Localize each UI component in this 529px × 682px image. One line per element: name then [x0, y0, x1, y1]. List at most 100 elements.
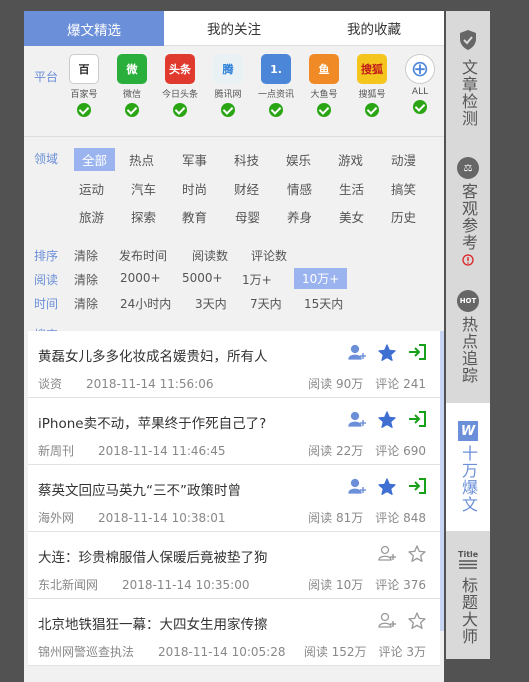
- platform-item[interactable]: 百百家号: [60, 54, 108, 117]
- article-reads: 阅读 152万: [303, 645, 367, 659]
- nav-viral-articles[interactable]: W 十万爆文: [446, 403, 490, 531]
- follow-user-icon[interactable]: [348, 344, 366, 361]
- domain-option[interactable]: 美女: [339, 207, 364, 226]
- platform-name: 百家号: [70, 90, 98, 100]
- check-icon[interactable]: [269, 103, 283, 117]
- follow-user-icon[interactable]: [348, 478, 366, 495]
- domain-option[interactable]: 养身: [287, 207, 312, 226]
- tab-favorites[interactable]: 我的收藏: [304, 11, 444, 46]
- tab-bar: 爆文精选 我的关注 我的收藏: [24, 11, 444, 46]
- domain-option[interactable]: 搞笑: [391, 179, 416, 198]
- domain-option[interactable]: 教育: [182, 207, 207, 226]
- open-link-icon[interactable]: [408, 344, 426, 361]
- check-icon[interactable]: [77, 103, 91, 117]
- platform-logo-icon: ⊕: [405, 54, 435, 84]
- tab-following[interactable]: 我的关注: [164, 11, 304, 46]
- domain-option[interactable]: 游戏: [338, 150, 363, 169]
- platform-logo-icon: 搜狐: [357, 54, 387, 84]
- article-row[interactable]: iPhone卖不动，苹果终于作死自己了? 新周刊 2018-11-14 11:46:…: [28, 398, 440, 465]
- domain-option[interactable]: 情感: [287, 179, 312, 198]
- check-icon[interactable]: [221, 103, 235, 117]
- follow-user-icon[interactable]: [348, 411, 366, 428]
- read-5000[interactable]: 5000+: [182, 271, 223, 285]
- nav-title-master[interactable]: Title 标题大师: [446, 549, 490, 645]
- domain-option[interactable]: 运动: [79, 179, 104, 198]
- time-clear[interactable]: 清除: [74, 295, 98, 312]
- domain-option[interactable]: 母婴: [235, 207, 260, 226]
- time-15d[interactable]: 15天内: [304, 295, 343, 312]
- nav-label: 客观参考: [459, 183, 478, 251]
- article-stats: 阅读 152万 评论 3万: [304, 643, 426, 660]
- nav-label: 十万爆文: [459, 445, 478, 513]
- sort-read-count[interactable]: 阅读数: [192, 247, 228, 264]
- follow-user-icon[interactable]: [378, 545, 396, 562]
- domain-option[interactable]: 动漫: [391, 150, 416, 169]
- domain-option[interactable]: 热点: [129, 150, 154, 169]
- favorite-star-icon[interactable]: [408, 612, 426, 629]
- domain-option[interactable]: 财经: [234, 179, 259, 198]
- platform-item[interactable]: 腾腾讯网: [204, 54, 252, 117]
- favorite-star-icon[interactable]: [378, 411, 396, 428]
- domain-option[interactable]: 全部: [74, 148, 116, 171]
- domain-option[interactable]: 探索: [131, 207, 156, 226]
- domain-option[interactable]: 旅游: [79, 207, 104, 226]
- time-24h[interactable]: 24小时内: [120, 295, 171, 312]
- check-icon[interactable]: [173, 103, 187, 117]
- read-2000[interactable]: 2000+: [120, 271, 161, 285]
- article-row[interactable]: 黄磊女儿多多化妆成名媛贵妇，所有人 谈资 2018-11-14 11:56:06 阅读…: [28, 331, 440, 398]
- read-100k[interactable]: 10万+: [294, 268, 348, 289]
- check-icon[interactable]: [413, 100, 427, 114]
- domain-option[interactable]: 时尚: [182, 179, 207, 198]
- article-row[interactable]: 大连：珍贵棉服借人保暖后竟被垫了狗 东北新闻网 2018-11-14 10:35:0…: [28, 532, 440, 599]
- article-title[interactable]: 北京地铁猖狂一幕：大四女生用家传擦: [38, 613, 268, 633]
- nav-hot-tracking[interactable]: HOT 热点追踪: [446, 290, 490, 384]
- title-icon: Title: [457, 549, 479, 573]
- nav-objective-ref[interactable]: ⚖ 客观参考: [446, 157, 490, 270]
- platform-item[interactable]: 鱼大鱼号: [300, 54, 348, 117]
- check-icon[interactable]: [317, 103, 331, 117]
- hot-icon: HOT: [457, 290, 479, 312]
- article-actions: [348, 478, 426, 495]
- open-link-icon[interactable]: [408, 478, 426, 495]
- favorite-star-icon[interactable]: [378, 344, 396, 361]
- article-title[interactable]: 蔡英文回应马英九“三不”政策时曾: [38, 479, 241, 499]
- time-7d[interactable]: 7天内: [250, 295, 282, 312]
- article-title[interactable]: iPhone卖不动，苹果终于作死自己了?: [38, 412, 266, 432]
- sort-comment-count[interactable]: 评论数: [251, 247, 287, 264]
- sort-clear[interactable]: 清除: [74, 247, 98, 264]
- check-icon[interactable]: [125, 103, 139, 117]
- domain-option[interactable]: 军事: [182, 150, 207, 169]
- scrollbar[interactable]: [440, 331, 444, 631]
- main-panel: 爆文精选 我的关注 我的收藏 平台 百百家号微微信 头条 今日头条腾腾讯网 1. 一点资…: [24, 11, 444, 682]
- tab-hot-picks[interactable]: 爆文精选: [24, 11, 164, 46]
- domain-option[interactable]: 生活: [339, 179, 364, 198]
- favorite-star-icon[interactable]: [378, 478, 396, 495]
- article-stats: 阅读 22万 评论 690: [308, 442, 426, 459]
- platform-item[interactable]: 1. 一点资讯: [252, 54, 300, 117]
- domain-option[interactable]: 历史: [391, 207, 416, 226]
- read-clear[interactable]: 清除: [74, 271, 98, 288]
- sort-publish-time[interactable]: 发布时间: [119, 247, 167, 264]
- platform-item[interactable]: 头条 今日头条: [156, 54, 204, 117]
- follow-user-icon[interactable]: [378, 612, 396, 629]
- platform-item[interactable]: ⊕ ALL: [396, 54, 444, 117]
- open-link-icon[interactable]: [408, 411, 426, 428]
- article-time: 2018-11-14 10:05:28: [158, 645, 286, 659]
- nav-article-check[interactable]: 文章检测: [446, 29, 490, 127]
- article-row[interactable]: 蔡英文回应马英九“三不”政策时曾 海外网 2018-11-14 10:38:01 阅读…: [28, 465, 440, 532]
- time-3d[interactable]: 3天内: [195, 295, 227, 312]
- domain-option[interactable]: 汽车: [131, 179, 156, 198]
- platform-logo-icon: 微: [117, 54, 147, 84]
- domain-option[interactable]: 科技: [234, 150, 259, 169]
- platform-item[interactable]: 微微信: [108, 54, 156, 117]
- domain-option[interactable]: 娱乐: [286, 150, 311, 169]
- article-title[interactable]: 黄磊女儿多多化妆成名媛贵妇，所有人: [38, 345, 268, 365]
- read-10k[interactable]: 1万+: [242, 271, 272, 288]
- platform-item[interactable]: 搜狐 搜狐号: [348, 54, 396, 117]
- article-title[interactable]: 大连：珍贵棉服借人保暖后竟被垫了狗: [38, 546, 268, 566]
- check-icon[interactable]: [365, 103, 379, 117]
- article-row[interactable]: 北京地铁猖狂一幕：大四女生用家传擦 锦州网警巡查执法 2018-11-14 10:0…: [28, 599, 440, 666]
- favorite-star-icon[interactable]: [408, 545, 426, 562]
- platform-name: 大鱼号: [310, 90, 338, 100]
- platform-filter: 平台 百百家号微微信 头条 今日头条腾腾讯网 1. 一点资讯鱼大鱼号 搜狐 搜狐号 ⊕ ALL: [24, 46, 444, 137]
